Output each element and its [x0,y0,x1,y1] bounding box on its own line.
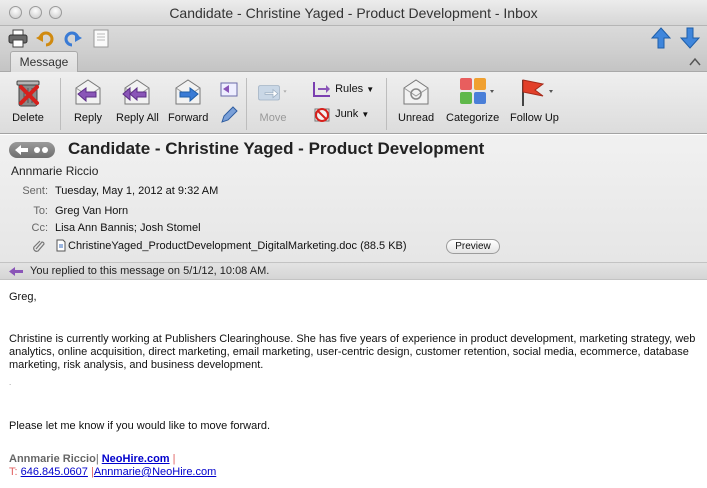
forward-label: Forward [168,112,209,124]
rules-icon [313,82,330,97]
document-icon [56,239,66,252]
trash-delete-icon [16,80,40,107]
phone-label: T: [9,466,21,478]
unread-button[interactable]: Unread [398,76,434,124]
ribbon-separator [246,78,247,130]
junk-dropdown-icon: ▼ [361,109,370,119]
phone-link[interactable]: 646.845.0607 [21,466,88,478]
print-icon[interactable] [8,29,28,48]
follow-up-button[interactable]: Follow Up [510,76,559,124]
move-folder-icon [258,85,287,101]
categorize-label: Categorize [446,112,500,124]
ribbon: Delete Reply Reply All Forward Move Rule… [0,72,707,134]
unread-envelope-icon [403,79,429,105]
delete-button[interactable]: Delete [12,76,44,124]
flag-icon [522,79,554,106]
message-header: Candidate - Christine Yaged - Product De… [0,135,707,262]
message-subject: Candidate - Christine Yaged - Product De… [68,139,485,158]
rules-button[interactable]: Rules ▼ [312,80,374,98]
sender-name[interactable]: Annmarie Riccio [11,164,98,178]
quick-access-toolbar [0,26,707,51]
attachment-forward-icon[interactable] [219,80,239,100]
template-icon[interactable] [91,29,111,48]
move-button[interactable]: Move [257,76,289,124]
reply-all-icon [122,79,150,105]
body-paragraph-line-2: analytics, online acquisition, direct ma… [9,346,689,358]
body-paragraph-2: Please let me know if you would like to … [9,420,271,432]
email-link[interactable]: Annmarie@NeoHire.com [94,466,216,478]
attachment-file[interactable]: ChristineYaged_ProductDevelopment_Digita… [68,240,407,252]
follow-up-label: Follow Up [510,112,559,124]
forward-button[interactable]: Forward [168,76,208,124]
signature-line-2: T: 646.845.0607 |Annmarie@NeoHire.com [9,466,216,479]
preview-attachment-button[interactable]: Preview [446,239,500,254]
move-label: Move [259,112,287,124]
sent-label: Sent: [22,185,48,197]
title-bar: Candidate - Christine Yaged - Product De… [0,0,707,26]
to-label: To: [33,205,48,217]
next-message-arrow-icon[interactable] [680,27,700,49]
reply-icon [75,79,101,105]
back-arrow-icon [15,145,48,155]
replied-text: You replied to this message on 5/1/12, 1… [30,265,270,277]
replied-banner: You replied to this message on 5/1/12, 1… [0,262,707,280]
window-title: Candidate - Christine Yaged - Product De… [169,5,538,21]
delete-label: Delete [12,112,44,124]
undo-icon[interactable] [36,29,56,48]
body-paragraph-line-3: marketing, risk analysis, and business d… [9,359,264,371]
replied-arrow-icon [9,267,23,276]
forward-icon [175,79,201,105]
junk-icon [314,108,330,122]
to-recipient[interactable]: Greg Van Horn [55,205,128,217]
signature-separator: | [169,453,176,465]
signature-name: Annmarie Riccio [9,453,96,465]
edit-message-icon[interactable] [219,105,239,125]
cc-label: Cc: [31,222,49,234]
body-paragraph-line-1: Christine is currently working at Publis… [9,333,696,345]
reply-all-button[interactable]: Reply All [116,76,159,124]
stray-dot: . [9,378,12,387]
rules-label: Rules [335,82,364,95]
junk-button[interactable]: Junk ▼ [312,105,369,123]
rules-dropdown-icon: ▼ [366,84,375,94]
ribbon-separator [386,78,387,130]
cc-recipients[interactable]: Lisa Ann Bannis; Josh Stomel [55,222,201,234]
company-link[interactable]: NeoHire.com [102,453,170,465]
paperclip-icon [33,240,45,252]
categorize-icon [459,78,494,104]
reply-label: Reply [73,112,103,124]
collapse-ribbon-icon[interactable] [689,57,701,67]
tab-message[interactable]: Message [10,51,78,72]
previous-message-arrow-icon[interactable] [651,27,671,49]
reply-all-label: Reply All [116,112,159,124]
ribbon-separator [60,78,61,130]
sent-value: Tuesday, May 1, 2012 at 9:32 AM [55,185,219,197]
message-navigation-control[interactable] [9,142,55,158]
ribbon-tab-strip: Message [0,51,707,72]
greeting: Greg, [9,291,37,303]
signature-line-1: Annmarie Riccio| NeoHire.com | [9,453,176,466]
categorize-button[interactable]: Categorize [446,76,499,124]
redo-icon[interactable] [62,29,82,48]
reply-button[interactable]: Reply [72,76,104,124]
unread-label: Unread [398,112,435,124]
junk-label: Junk [335,107,359,120]
